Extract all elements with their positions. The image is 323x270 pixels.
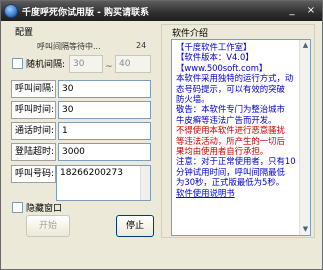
stop-button[interactable]: 停止 (116, 215, 154, 237)
random-interval-min-input[interactable]: 30 (69, 55, 103, 73)
info-line: 本软件采用独特的运行方式，动 (176, 73, 294, 84)
info-line: 防火墙。 (176, 94, 210, 105)
info-line: 【千度软件工作室】 (176, 42, 252, 52)
status-count: 24 (136, 41, 147, 50)
info-scrollbar[interactable]: ▲ ▼ (299, 40, 310, 235)
app-window: 千度呼死你试用版 - 购买请联系 _ × 配置 呼叫间隔等待中... 24 随机… (0, 0, 323, 270)
call-time-label: 呼叫时间: (11, 101, 56, 119)
info-group-label: 软件介绍 (171, 26, 210, 39)
talk-time-label: 通话时间: (11, 122, 56, 140)
info-line: 注意：对于正常使用者，只有10 (176, 156, 296, 167)
info-line: 敬告：本软件专门为整治城市 (176, 104, 285, 115)
talk-time-input[interactable]: 1 (58, 122, 151, 140)
hide-window-label: 隐藏窗口 (26, 204, 63, 214)
app-icon (4, 4, 18, 18)
phone-number-input[interactable]: 18266200273 (56, 165, 151, 201)
manual-link[interactable]: 软件使用说明书 (176, 188, 300, 198)
call-time-input[interactable]: 30 (58, 101, 151, 119)
hide-window-checkbox[interactable] (12, 202, 23, 213)
info-line: 为30秒，正式版最低为5秒。 (176, 177, 285, 188)
info-line: 等违法活动，所产生的一切后 (176, 135, 285, 146)
info-line: 分钟试用时间，呼叫间隔最低 (176, 166, 285, 177)
info-text: 【千度软件工作室】 【软件版本：V4.0】 【www.500soft.com】 本软件… (176, 42, 300, 198)
range-separator: ~ (105, 62, 113, 72)
random-interval-label: 随机间隔: (26, 60, 66, 70)
random-interval-max-input[interactable]: 40 (115, 55, 151, 73)
phone-scrollbar[interactable] (140, 166, 150, 200)
info-line: 【www.500soft.com】 (176, 62, 268, 73)
phone-number-label: 呼叫号码: (11, 165, 56, 183)
close-button[interactable]: × (303, 4, 319, 18)
status-text: 呼叫间隔等待中... (37, 42, 101, 51)
info-line: 牛皮癣等违法广告而开发。 (176, 114, 277, 125)
random-interval-checkbox[interactable] (12, 58, 23, 69)
info-line: 【软件版本：V4.0】 (176, 52, 254, 63)
login-timeout-label: 登陆超时: (11, 143, 56, 161)
start-button[interactable]: 开始 (26, 215, 70, 237)
info-line: 态号码提示，可以有效的突破 (176, 83, 285, 94)
info-line: 果均由使用者自行承担。 (176, 146, 269, 157)
title-bar[interactable]: 千度呼死你试用版 - 购买请联系 _ × (1, 1, 322, 21)
login-timeout-input[interactable]: 3000 (58, 143, 151, 161)
scroll-down-icon[interactable]: ▼ (301, 225, 310, 234)
call-interval-input[interactable]: 30 (58, 80, 151, 98)
window-title: 千度呼死你试用版 - 购买请联系 (22, 8, 150, 18)
minimize-button[interactable]: _ (284, 4, 300, 18)
config-group-label: 配置 (15, 28, 34, 38)
info-line: 不得使用本软件进行恶意骚扰 (176, 125, 285, 136)
call-interval-label: 呼叫间隔: (11, 80, 56, 98)
phone-number-value: 18266200273 (60, 168, 123, 178)
info-textbox[interactable]: 【千度软件工作室】 【软件版本：V4.0】 【www.500soft.com】 本软件… (171, 39, 311, 236)
scroll-up-icon[interactable]: ▲ (301, 41, 310, 50)
